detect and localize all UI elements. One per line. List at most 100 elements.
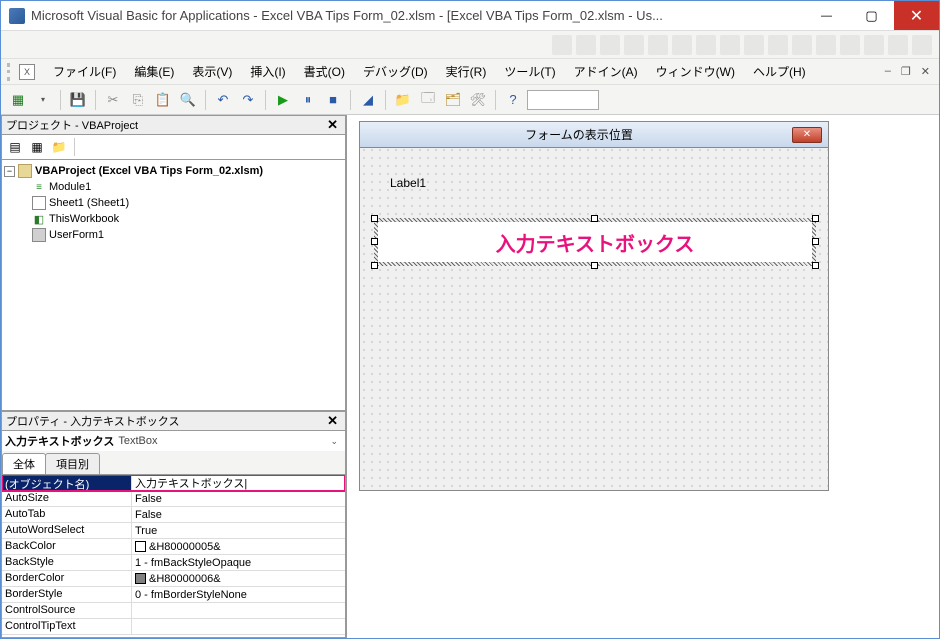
tab-all[interactable]: 全体 (2, 453, 46, 474)
form-titlebar[interactable]: フォームの表示位置 ✕ (360, 122, 828, 148)
reset-icon[interactable]: ■ (322, 89, 344, 111)
toolbar-icon[interactable] (744, 35, 764, 55)
tree-root[interactable]: −VBAProject (Excel VBA Tips Form_02.xlsm… (4, 163, 343, 179)
resize-handle[interactable] (371, 262, 378, 269)
menu-insert[interactable]: 挿入(I) (242, 60, 293, 83)
toolbar-icon[interactable] (864, 35, 884, 55)
property-row[interactable]: BorderColor&H80000006& (2, 571, 345, 587)
menu-view[interactable]: 表示(V) (184, 60, 240, 83)
toolbar-handle[interactable] (7, 63, 11, 81)
property-row[interactable]: AutoWordSelectTrue (2, 523, 345, 539)
project-tree[interactable]: −VBAProject (Excel VBA Tips Form_02.xlsm… (1, 159, 346, 411)
view-code-icon[interactable]: ▤ (6, 138, 24, 156)
folder-icon[interactable]: 📁 (50, 138, 68, 156)
paste-icon[interactable]: 📋 (152, 89, 174, 111)
maximize-button[interactable] (849, 1, 894, 30)
property-row[interactable]: ControlSource (2, 603, 345, 619)
find-icon[interactable]: 🔍 (177, 89, 199, 111)
break-icon[interactable]: ⏸ (297, 89, 319, 111)
excel-icon[interactable]: X (19, 64, 35, 80)
resize-handle[interactable] (371, 215, 378, 222)
properties-grid[interactable]: (オブジェクト名)入力テキストボックス|AutoSizeFalseAutoTab… (1, 474, 346, 638)
toolbar-icon[interactable] (552, 35, 572, 55)
resize-handle[interactable] (591, 215, 598, 222)
help-icon[interactable]: ? (502, 89, 524, 111)
textbox-content[interactable]: 入力テキストボックス (378, 222, 812, 262)
minimize-button[interactable] (804, 1, 849, 30)
dropdown-icon[interactable]: ▾ (32, 89, 54, 111)
property-row[interactable]: AutoTabFalse (2, 507, 345, 523)
toolbar-icon[interactable] (840, 35, 860, 55)
tree-item-module1[interactable]: Module1 (4, 179, 343, 195)
design-mode-icon[interactable]: ◢ (357, 89, 379, 111)
toolbar-icon[interactable] (768, 35, 788, 55)
property-value[interactable]: False (132, 507, 345, 522)
menu-edit[interactable]: 編集(E) (126, 60, 182, 83)
menu-addin[interactable]: アドイン(A) (566, 60, 646, 83)
resize-handle[interactable] (812, 262, 819, 269)
object-browser-icon[interactable]: 🗂 (442, 89, 464, 111)
object-selector[interactable]: 入力テキストボックス TextBox ⌄ (1, 431, 346, 451)
toolbox-icon[interactable]: 🛠 (467, 89, 489, 111)
resize-handle[interactable] (591, 262, 598, 269)
property-row[interactable]: BorderStyle0 - fmBorderStyleNone (2, 587, 345, 603)
resize-handle[interactable] (812, 238, 819, 245)
label1-control[interactable]: Label1 (390, 176, 426, 190)
menu-window[interactable]: ウィンドウ(W) (648, 60, 743, 83)
property-row[interactable]: BackStyle1 - fmBackStyleOpaque (2, 555, 345, 571)
project-explorer-close[interactable]: ✕ (324, 117, 341, 133)
tree-item-userform1[interactable]: UserForm1 (4, 227, 343, 243)
toolbar-icon[interactable] (912, 35, 932, 55)
resize-handle[interactable] (812, 215, 819, 222)
toolbar-icon[interactable] (696, 35, 716, 55)
view-excel-icon[interactable]: ▦ (7, 89, 29, 111)
menu-run[interactable]: 実行(R) (438, 60, 495, 83)
toolbar-icon[interactable] (888, 35, 908, 55)
copy-icon[interactable]: ⎘ (127, 89, 149, 111)
property-row[interactable]: AutoSizeFalse (2, 491, 345, 507)
project-explorer-icon[interactable]: 📁 (392, 89, 414, 111)
position-combo[interactable] (527, 90, 599, 110)
property-value[interactable] (132, 603, 345, 618)
property-value[interactable]: 入力テキストボックス| (132, 475, 345, 490)
property-value[interactable]: False (132, 491, 345, 506)
undo-icon[interactable]: ↶ (212, 89, 234, 111)
menu-debug[interactable]: デバッグ(D) (355, 60, 436, 83)
toolbar-icon[interactable] (576, 35, 596, 55)
mdi-close[interactable]: ✕ (918, 65, 933, 78)
property-value[interactable]: &H80000005& (132, 539, 345, 554)
close-button[interactable] (894, 1, 939, 30)
designer-area[interactable]: フォームの表示位置 ✕ Label1 入力テキストボックス (347, 115, 939, 638)
cut-icon[interactable]: ✂ (102, 89, 124, 111)
tree-item-sheet1[interactable]: Sheet1 (Sheet1) (4, 195, 343, 211)
toolbar-icon[interactable] (624, 35, 644, 55)
redo-icon[interactable]: ↷ (237, 89, 259, 111)
property-value[interactable]: &H80000006& (132, 571, 345, 586)
chevron-down-icon[interactable]: ⌄ (326, 436, 342, 447)
property-value[interactable]: 1 - fmBackStyleOpaque (132, 555, 345, 570)
property-value[interactable]: True (132, 523, 345, 538)
toolbar-icon[interactable] (648, 35, 668, 55)
property-row[interactable]: BackColor&H80000005& (2, 539, 345, 555)
menu-file[interactable]: ファイル(F) (45, 60, 124, 83)
menu-help[interactable]: ヘルプ(H) (745, 60, 814, 83)
view-object-icon[interactable]: ▦ (28, 138, 46, 156)
property-value[interactable] (132, 619, 345, 634)
textbox-selected[interactable]: 入力テキストボックス (378, 222, 812, 262)
toolbar-icon[interactable] (720, 35, 740, 55)
menu-tools[interactable]: ツール(T) (496, 60, 563, 83)
toolbar-icon[interactable] (816, 35, 836, 55)
run-icon[interactable]: ▶ (272, 89, 294, 111)
property-row[interactable]: ControlTipText (2, 619, 345, 635)
toolbar-icon[interactable] (792, 35, 812, 55)
tab-categorized[interactable]: 項目別 (45, 453, 100, 474)
form-close-icon[interactable]: ✕ (792, 127, 822, 143)
resize-handle[interactable] (371, 238, 378, 245)
menu-format[interactable]: 書式(O) (296, 60, 353, 83)
mdi-restore[interactable]: ❐ (898, 65, 914, 78)
save-icon[interactable]: 💾 (67, 89, 89, 111)
toolbar-icon[interactable] (672, 35, 692, 55)
property-row[interactable]: (オブジェクト名)入力テキストボックス| (2, 475, 345, 491)
toolbar-icon[interactable] (600, 35, 620, 55)
userform-designer[interactable]: フォームの表示位置 ✕ Label1 入力テキストボックス (359, 121, 829, 491)
